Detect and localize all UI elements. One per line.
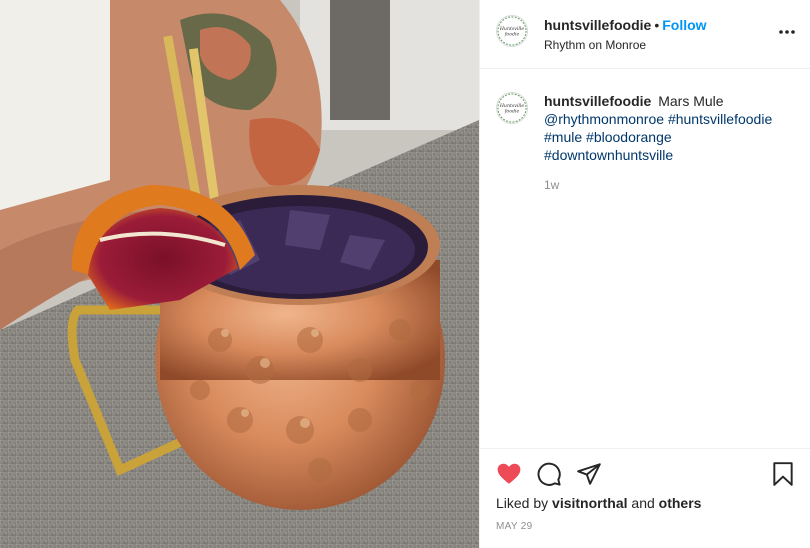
caption-text: huntsvillefoodie Mars Mule @rhythmonmonr…	[544, 92, 794, 164]
separator-dot: •	[654, 17, 660, 33]
comment-icon[interactable]	[536, 461, 562, 487]
likes-conj: and	[631, 495, 655, 511]
caption-body: Mars Mule	[658, 93, 724, 109]
share-icon[interactable]	[576, 461, 602, 487]
hashtag-mule[interactable]: #mule	[544, 129, 582, 145]
avatar-text-line2: foodie	[504, 32, 520, 38]
likes-prefix: Liked by	[496, 495, 549, 511]
location-link[interactable]: Rhythm on Monroe	[544, 38, 707, 52]
avatar-text-line1: Huntsville	[499, 26, 524, 32]
caption-avatar-text-line1: Huntsville	[499, 103, 524, 109]
hashtag-bloodorange[interactable]: #bloodorange	[586, 129, 672, 145]
caption-avatar-text-line2: foodie	[504, 109, 520, 115]
hashtag-downtownhuntsville[interactable]: #downtownhuntsville	[544, 147, 673, 163]
moscow-mule-photo	[0, 0, 479, 548]
caption-username-link[interactable]: huntsvillefoodie	[544, 93, 651, 109]
instagram-post: Huntsville foodie huntsvillefoodie • Follo…	[0, 0, 810, 548]
bookmark-icon[interactable]	[770, 461, 796, 487]
more-horizontal-icon[interactable]	[777, 22, 797, 42]
follow-button[interactable]: Follow	[662, 17, 706, 33]
likes-others-link[interactable]: others	[659, 495, 702, 511]
hashtag-huntsvillefoodie[interactable]: #huntsvillefoodie	[668, 111, 772, 127]
post-panel: Huntsville foodie huntsvillefoodie • Follo…	[479, 0, 810, 548]
mention-link[interactable]: @rhythmonmonroe	[544, 111, 664, 127]
post-actions: Liked by visitnorthal and others MAY 29	[480, 448, 810, 548]
likes-summary: Liked by visitnorthal and others	[496, 495, 701, 511]
liked-by-user-link[interactable]: visitnorthal	[552, 495, 627, 511]
caption-avatar[interactable]: Huntsville foodie	[496, 92, 528, 124]
header-text: huntsvillefoodie • Follow Rhythm on Monroe	[544, 17, 707, 52]
action-icons	[496, 461, 796, 487]
heart-filled-icon[interactable]	[496, 461, 522, 487]
avatar[interactable]: Huntsville foodie	[496, 15, 528, 47]
caption-age[interactable]: 1w	[544, 178, 559, 192]
post-header: Huntsville foodie huntsvillefoodie • Follo…	[480, 0, 810, 69]
post-photo[interactable]	[0, 0, 479, 548]
post-date[interactable]: MAY 29	[496, 521, 532, 532]
username-link[interactable]: huntsvillefoodie	[544, 17, 651, 33]
